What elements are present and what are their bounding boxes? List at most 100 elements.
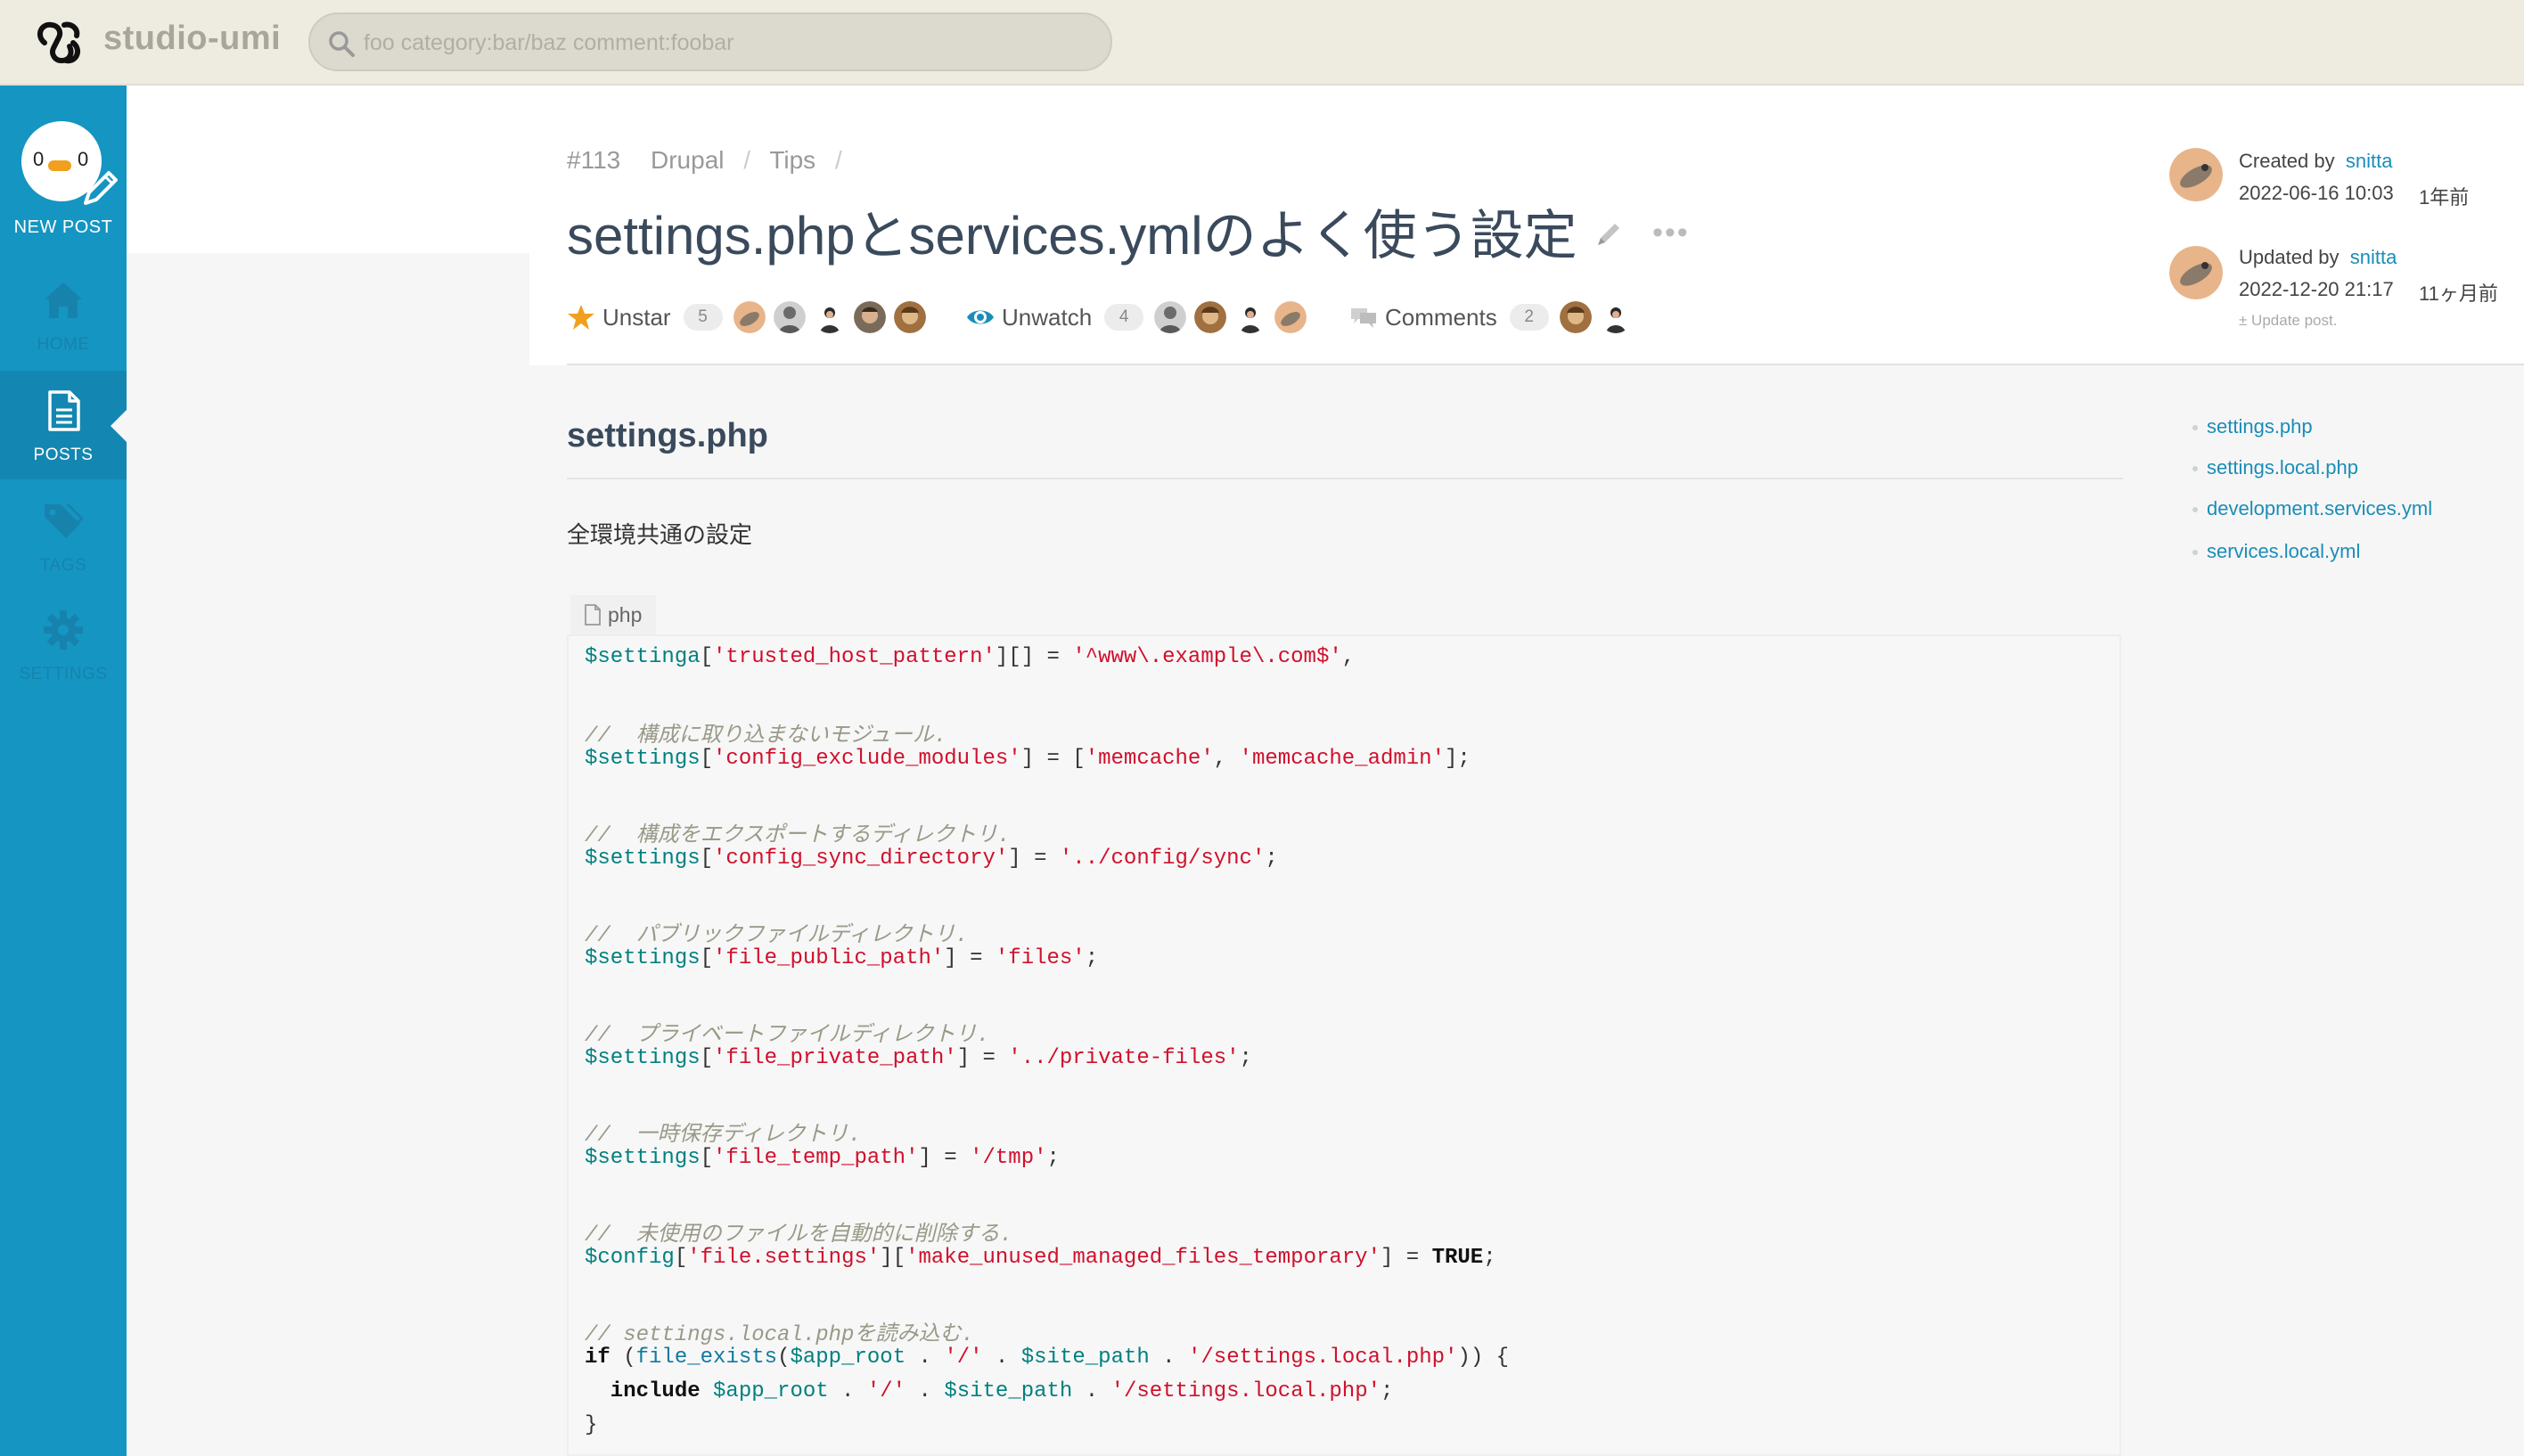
studio-umi-logo[interactable] [32, 16, 86, 70]
edit-pencil-icon[interactable] [1594, 219, 1624, 249]
sidebar-item-posts[interactable]: POSTS [0, 371, 127, 479]
code-line: $settinga['trusted_host_pattern'][] = '^… [585, 645, 1356, 669]
updated-label: Updated by [2239, 246, 2340, 268]
sidebar: 0 0 NEW POST HOME POSTS TAGS SETTINGS [0, 86, 127, 1456]
code-comment: // 未使用のファイルを自動的に削除する. [585, 1223, 1013, 1247]
code-comment: // 構成に取り込まないモジュール. [585, 724, 947, 748]
search-icon [329, 31, 355, 57]
creator-avatar[interactable] [2169, 148, 2223, 201]
created-label: Created by [2239, 150, 2335, 172]
intro-text: 全環境共通の設定 [567, 521, 753, 548]
toc-item[interactable]: development.services.yml [2192, 497, 2432, 520]
code-line: $settings['file_temp_path'] = '/tmp'; [585, 1146, 1060, 1170]
avatar[interactable] [733, 301, 766, 333]
search-input[interactable] [364, 21, 1094, 64]
breadcrumb-separator: / [834, 146, 842, 174]
updated-date: 2022-12-20 21:17 [2239, 278, 2394, 300]
code-line: if (file_exists($app_root . '/' . $site_… [585, 1346, 1510, 1370]
brand-name[interactable]: studio-umi [103, 20, 281, 58]
more-options-icon[interactable]: ••• [1652, 217, 1690, 248]
top-bar: studio-umi [0, 0, 2524, 86]
avatar[interactable] [773, 301, 806, 333]
avatar[interactable] [1274, 301, 1307, 333]
comments-button[interactable]: Comments 2 [1349, 299, 1640, 335]
search-box[interactable] [308, 12, 1112, 71]
updated-relative: 11ヶ月前 [2419, 282, 2498, 305]
avatar[interactable] [893, 301, 926, 333]
code-content: $settinga['trusted_host_pattern'][] = '^… [585, 645, 1509, 1437]
code-line: $settings['file_private_path'] = '../pri… [585, 1046, 1252, 1070]
toc-item[interactable]: services.local.yml [2192, 540, 2360, 563]
code-line: $settings['config_exclude_modules'] = ['… [585, 747, 1471, 771]
avatar[interactable] [1154, 301, 1187, 333]
avatar[interactable] [1599, 301, 1632, 333]
creator-link[interactable]: snitta [2346, 150, 2393, 172]
code-comment: // パブリックファイルディレクトリ. [585, 924, 969, 948]
pencil-icon [84, 171, 118, 205]
sidebar-item-label: SETTINGS [19, 665, 108, 683]
file-icon [585, 604, 601, 626]
watch-count-badge: 4 [1104, 304, 1144, 331]
unwatch-label: Unwatch [1002, 303, 1093, 331]
created-relative: 1年前 [2419, 186, 2470, 209]
avatar[interactable] [1559, 301, 1592, 333]
updater-avatar[interactable] [2169, 246, 2223, 299]
svg-text:0: 0 [33, 148, 44, 170]
post-title: settings.phpとservices.ymlのよく使う設定 [567, 206, 1578, 266]
post-action-bar: Unstar 5 Unwatch 4 Comments 2 [567, 299, 1636, 335]
section-heading: settings.php [567, 417, 768, 454]
comments-icon [1351, 308, 1376, 328]
toc-bullet [2192, 466, 2198, 471]
comments-label: Comments [1385, 303, 1497, 331]
star-count-badge: 5 [683, 304, 723, 331]
update-post-link[interactable]: ± Update post. [2239, 312, 2337, 330]
avatar[interactable] [1234, 301, 1267, 333]
toc-bullet [2192, 550, 2198, 555]
section-divider [567, 478, 2123, 479]
code-line: $settings['config_sync_directory'] = '..… [585, 847, 1278, 871]
tag-icon [45, 504, 84, 538]
sidebar-item-home[interactable]: HOME [0, 260, 127, 369]
avatar[interactable] [1194, 301, 1227, 333]
unstar-label: Unstar [602, 303, 671, 331]
sidebar-item-tags[interactable]: TAGS [0, 481, 127, 590]
toc-item[interactable]: settings.php [2192, 415, 2313, 438]
sidebar-item-label: POSTS [33, 446, 94, 464]
document-icon [48, 390, 80, 431]
sidebar-item-label: TAGS [39, 556, 87, 575]
new-post-button[interactable]: 0 0 NEW POST [0, 121, 127, 239]
code-line: $settings['file_public_path'] = 'files'; [585, 946, 1099, 970]
code-line: include $app_root . '/' . $site_path . '… [585, 1379, 1394, 1403]
breadcrumb-item[interactable]: Drupal [651, 146, 724, 174]
created-by: Created by snitta [2239, 150, 2392, 173]
toc-bullet [2192, 507, 2198, 512]
avatar[interactable] [853, 301, 886, 333]
updated-by: Updated by snitta [2239, 246, 2397, 269]
new-post-label: NEW POST [13, 217, 113, 237]
code-language-label: php [608, 602, 643, 626]
sidebar-item-label: HOME [37, 335, 90, 354]
toc-bullet [2192, 425, 2198, 430]
updater-link[interactable]: snitta [2350, 246, 2397, 268]
code-comment: // プライベートファイルディレクトリ. [585, 1024, 990, 1048]
avatar[interactable] [813, 301, 846, 333]
comments-count-badge: 2 [1509, 304, 1549, 331]
eye-icon [967, 310, 994, 324]
active-indicator [111, 410, 127, 442]
sidebar-item-settings[interactable]: SETTINGS [0, 590, 127, 699]
star-icon [568, 305, 594, 330]
breadcrumb-item[interactable]: Tips [769, 146, 815, 174]
home-icon [45, 282, 82, 318]
header-divider [567, 364, 2524, 365]
code-line: } [585, 1413, 598, 1437]
breadcrumb-separator: / [743, 146, 751, 174]
post-number: #113 [567, 146, 621, 174]
unwatch-button[interactable]: Unwatch 4 [966, 299, 1315, 335]
code-language-tab: php [570, 595, 657, 634]
toc-item[interactable]: settings.local.php [2192, 456, 2358, 479]
code-comment: // settings.local.phpを読み込む. [585, 1323, 974, 1347]
unstar-button[interactable]: Unstar 5 [567, 299, 934, 335]
created-date: 2022-06-16 10:03 [2239, 182, 2394, 204]
gear-icon [44, 610, 83, 650]
code-comment: // 構成をエクスポートするディレクトリ. [585, 824, 1011, 848]
